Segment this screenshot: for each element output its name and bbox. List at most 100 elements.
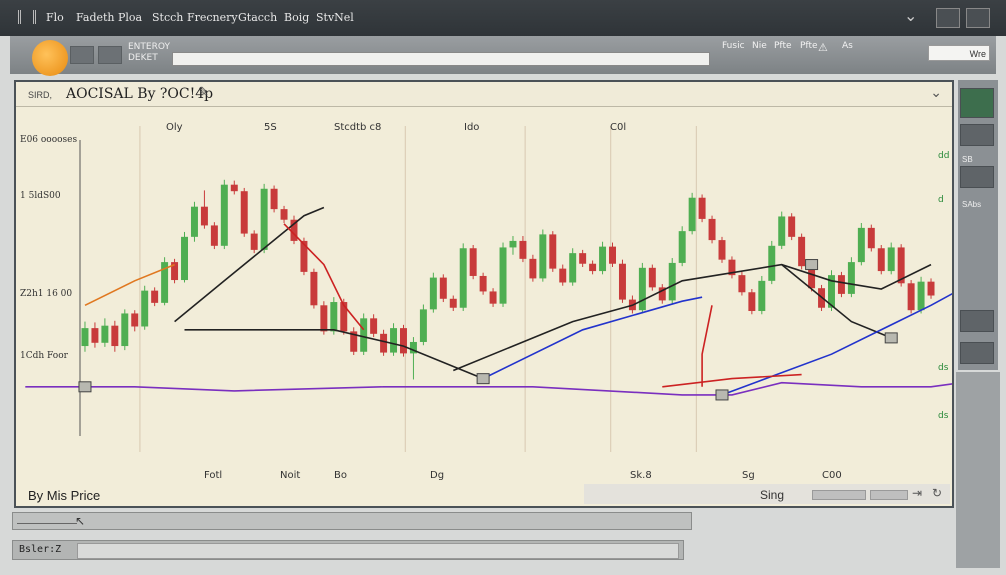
side-label-2: SAbs bbox=[962, 200, 982, 209]
candle-body bbox=[400, 328, 407, 354]
top-label: C0l bbox=[610, 122, 626, 133]
candle-body bbox=[390, 328, 398, 353]
candle-body bbox=[648, 267, 656, 288]
save-icon[interactable] bbox=[98, 46, 122, 64]
side-button-4[interactable] bbox=[960, 310, 994, 332]
side-button-2[interactable] bbox=[960, 124, 994, 146]
pen-icon[interactable]: ✎ bbox=[198, 84, 209, 100]
right-tick-label: d bbox=[938, 195, 944, 205]
candle-body bbox=[907, 283, 915, 311]
candle-body bbox=[380, 333, 388, 353]
x-tick-label: Dg bbox=[430, 470, 444, 481]
candle-body bbox=[429, 277, 437, 310]
candle-body bbox=[181, 236, 188, 281]
candle-body bbox=[260, 188, 268, 250]
chart-title-bar: SIRD, AOCISAL By ?OC!4p ✎ ⌄ bbox=[16, 82, 952, 107]
candle-body bbox=[459, 248, 467, 308]
candle-body bbox=[419, 309, 427, 342]
x-tick-label: Sk.8 bbox=[630, 470, 652, 481]
bottom-status-bar: Bsler:Z bbox=[12, 540, 684, 560]
candle-body bbox=[270, 188, 278, 210]
toolbar-link-4[interactable]: Pfte bbox=[800, 41, 818, 51]
candle-body bbox=[499, 247, 507, 304]
candlestick-chart[interactable]: E06 ooooses 1 5ldS00 Z2h1 16 00 1Cdh Foor Ol… bbox=[16, 106, 952, 482]
candle-body bbox=[210, 225, 218, 246]
address-input[interactable] bbox=[172, 52, 710, 66]
top-label: Ido bbox=[464, 122, 479, 133]
side-label-1: SB bbox=[962, 155, 973, 164]
candle-body bbox=[798, 236, 806, 267]
side-button-3[interactable] bbox=[960, 166, 994, 188]
menu-item-2[interactable]: Fadeth bbox=[76, 11, 115, 24]
candle-body bbox=[788, 216, 796, 237]
candle-body bbox=[449, 298, 457, 308]
candle-body bbox=[529, 258, 537, 279]
y-tick-label: E06 ooooses bbox=[20, 135, 78, 145]
window-restore-icon[interactable] bbox=[936, 8, 960, 28]
candle-body bbox=[230, 184, 238, 192]
candle-body bbox=[151, 290, 159, 303]
range-slider[interactable] bbox=[812, 490, 866, 500]
overlay-line bbox=[482, 296, 703, 380]
search-input[interactable]: Wre bbox=[928, 45, 990, 61]
candle-body bbox=[370, 318, 378, 334]
candle-body bbox=[539, 234, 547, 279]
toolbar-link-2[interactable]: Nie bbox=[752, 41, 767, 51]
candle-body bbox=[768, 245, 776, 281]
folder-icon[interactable] bbox=[70, 46, 94, 64]
candle-body bbox=[758, 280, 766, 312]
toolbar-label-2: DEKET bbox=[128, 53, 158, 63]
candle-body bbox=[718, 240, 726, 260]
top-label: Oly bbox=[166, 122, 183, 133]
menu-item-6[interactable]: Gtacch bbox=[238, 11, 277, 24]
toolbar-link-1[interactable]: Fusic bbox=[722, 41, 745, 51]
candle-body bbox=[509, 240, 517, 248]
menu-item-7[interactable]: Boig bbox=[284, 11, 309, 24]
candle-body bbox=[479, 275, 487, 292]
side-button-1[interactable] bbox=[960, 88, 994, 118]
overlay-line bbox=[721, 292, 952, 396]
side-button-5[interactable] bbox=[960, 342, 994, 364]
menu-item-4[interactable]: Stcch bbox=[152, 11, 183, 24]
step-icon[interactable]: ⇥ bbox=[912, 486, 922, 500]
x-tick-label: Fotl bbox=[204, 470, 222, 481]
candle-body bbox=[847, 262, 855, 294]
menu-item-3[interactable]: Ploa bbox=[118, 11, 142, 24]
bottom-tag-1 bbox=[17, 515, 77, 524]
drag-grip-icon[interactable] bbox=[18, 10, 36, 24]
warning-icon[interactable]: ⚠ bbox=[818, 41, 828, 54]
toolbar-right-label: As bbox=[842, 41, 853, 51]
menu-item-8[interactable]: StvNel bbox=[316, 11, 354, 24]
x-tick-label: Noit bbox=[280, 470, 300, 481]
candle-body bbox=[867, 227, 875, 249]
y-tick-label: 1 5ldS00 bbox=[20, 191, 61, 201]
refresh-icon[interactable]: ↻ bbox=[932, 486, 942, 500]
overlay-line bbox=[184, 329, 484, 380]
app-logo-icon[interactable] bbox=[32, 40, 68, 76]
overlay-line bbox=[781, 263, 892, 339]
candle-body bbox=[250, 233, 258, 250]
menu-item-1[interactable]: Flo bbox=[46, 11, 64, 24]
overlay-line bbox=[662, 373, 802, 388]
chevron-down-icon[interactable]: ⌄ bbox=[930, 84, 942, 101]
toolbar-link-3[interactable]: Pfte bbox=[774, 41, 792, 51]
candle-body bbox=[439, 277, 447, 299]
bottom-scroll-bar[interactable]: ↖ bbox=[12, 512, 692, 530]
candle-body bbox=[688, 197, 696, 232]
menu-item-5[interactable]: Frecnery bbox=[187, 11, 238, 24]
candle-body bbox=[190, 206, 198, 237]
candle-body bbox=[240, 191, 248, 234]
pointer-icon: ↖ bbox=[75, 514, 86, 528]
candle-body bbox=[141, 290, 149, 327]
candle-body bbox=[668, 262, 676, 301]
candle-body bbox=[857, 227, 865, 263]
menu-bar: Flo Fadeth Ploa Stcch Frecnery Gtacch Bo… bbox=[0, 0, 1006, 36]
trade-marker bbox=[805, 259, 819, 271]
window-close-icon[interactable] bbox=[966, 8, 990, 28]
right-tick-label: ds bbox=[938, 363, 949, 373]
candle-body bbox=[280, 209, 288, 220]
range-slider-2[interactable] bbox=[870, 490, 908, 500]
chart-footer-right: Sing bbox=[760, 488, 785, 502]
x-tick-label: Bo bbox=[334, 470, 347, 481]
chevron-down-icon[interactable]: ⌄ bbox=[904, 6, 917, 26]
